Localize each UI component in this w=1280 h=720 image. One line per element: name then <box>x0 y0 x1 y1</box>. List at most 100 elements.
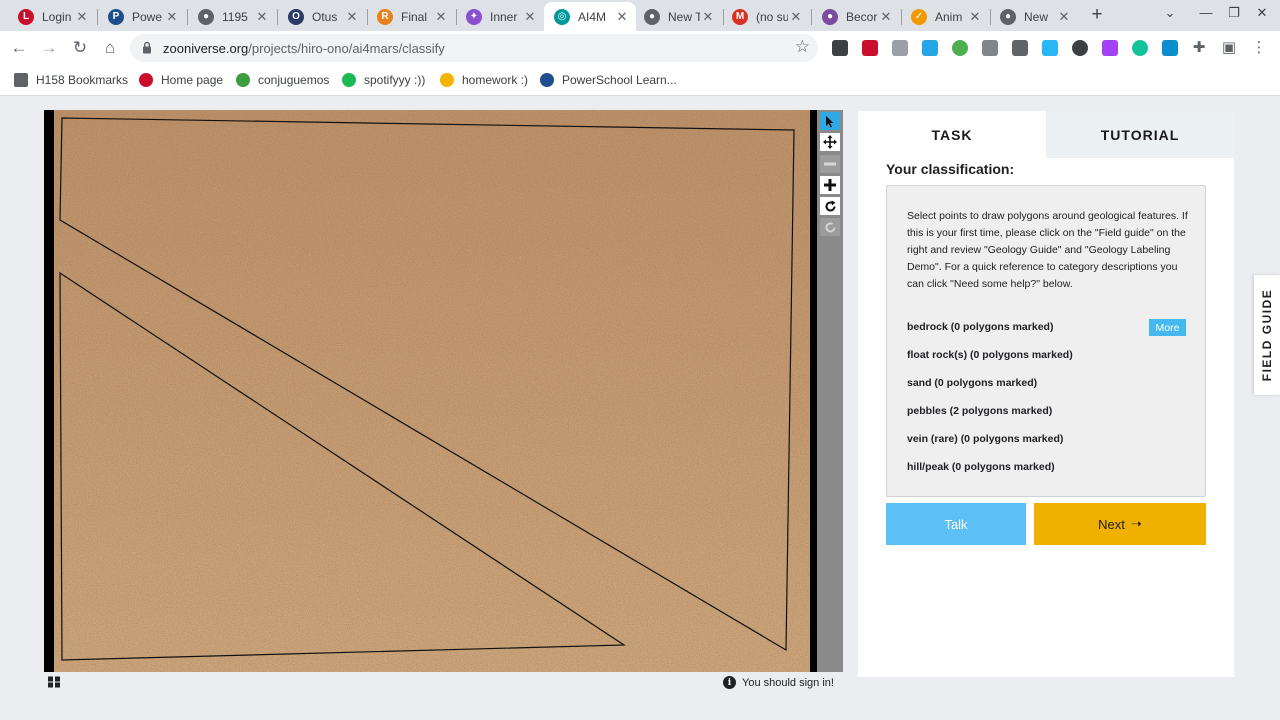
feature-pebbles[interactable]: pebbles (2 polygons marked) <box>907 405 1052 417</box>
bookmark-item[interactable]: H158 Bookmarks <box>14 71 128 89</box>
browser-tab[interactable]: M (no su ✕ <box>722 2 810 31</box>
sign-in-text: You should sign in! <box>742 676 834 689</box>
tab-title: Final <box>401 9 428 24</box>
talk-button[interactable]: Talk <box>886 503 1026 545</box>
bookmark-label: Home page <box>161 73 224 87</box>
gmail-icon: M <box>732 8 748 25</box>
side-panel-icon[interactable]: ▣ <box>1218 37 1240 59</box>
becor-icon: ● <box>822 8 838 25</box>
tab-search-icon[interactable]: ⌄ <box>1160 5 1180 21</box>
extension-icon[interactable] <box>1162 40 1178 56</box>
extension-icon[interactable] <box>982 40 998 56</box>
bookmark-item[interactable]: homework :) <box>440 71 528 89</box>
bookmark-item[interactable]: spotifyyy :)) <box>342 71 425 89</box>
more-button[interactable]: More <box>1149 319 1186 336</box>
feature-vein[interactable]: vein (rare) (0 polygons marked) <box>907 433 1063 445</box>
tab-close-icon[interactable]: ✕ <box>344 9 360 25</box>
tab-title: 1195 <box>222 9 248 24</box>
back-icon[interactable]: ← <box>8 37 30 59</box>
zoom-in-icon[interactable] <box>820 176 840 194</box>
browser-tab[interactable]: ● Becor ✕ <box>812 2 900 31</box>
grammarly-icon[interactable] <box>1132 40 1148 56</box>
reset-view-icon[interactable] <box>820 218 840 236</box>
select-pointer-icon[interactable] <box>820 112 840 130</box>
new-tab-button[interactable]: + <box>1086 4 1108 26</box>
forward-icon[interactable]: → <box>38 37 60 59</box>
bookmark-star-icon[interactable]: ☆ <box>795 37 810 57</box>
extension-icon[interactable] <box>1102 40 1118 56</box>
next-button[interactable]: Next ➝ <box>1034 503 1206 545</box>
feature-bedrock[interactable]: bedrock (0 polygons marked) <box>907 321 1053 333</box>
feature-hill-peak[interactable]: hill/peak (0 polygons marked) <box>907 461 1055 473</box>
browser-tab[interactable]: R Final ✕ <box>367 2 455 31</box>
bookmark-item[interactable]: Home page <box>139 71 223 89</box>
browser-tab[interactable]: P Powe ✕ <box>98 2 186 31</box>
feature-float-rocks[interactable]: float rock(s) (0 polygons marked) <box>907 349 1073 361</box>
tab-task[interactable]: TASK <box>858 111 1046 158</box>
feature-sand[interactable]: sand (0 polygons marked) <box>907 377 1037 389</box>
bookmark-label: conjuguemos <box>258 73 330 87</box>
tab-close-icon[interactable]: ✕ <box>700 9 716 25</box>
next-label: Next <box>1098 516 1125 532</box>
bookmark-item[interactable]: conjuguemos <box>236 71 329 89</box>
tab-tutorial[interactable]: TUTORIAL <box>1046 111 1234 158</box>
tab-close-icon[interactable]: ✕ <box>967 9 983 25</box>
extension-icon[interactable] <box>832 40 848 56</box>
browser-tab[interactable]: L Login ✕ <box>8 2 96 31</box>
browser-tab[interactable]: ● New T ✕ <box>634 2 722 31</box>
tab-title: New T <box>668 9 700 24</box>
tab-title: Anim <box>935 9 963 24</box>
tab-close-icon[interactable]: ✕ <box>254 9 270 25</box>
restore-icon[interactable]: ❐ <box>1224 5 1244 21</box>
extension-icon[interactable] <box>1012 40 1028 56</box>
pan-move-icon[interactable] <box>820 133 840 151</box>
tab-close-icon[interactable]: ✕ <box>164 9 180 25</box>
menu-icon[interactable]: ⋮ <box>1248 37 1270 59</box>
field-guide-button[interactable]: FIELD GUIDE <box>1254 275 1280 395</box>
powerschool-icon: P <box>108 8 124 25</box>
extension-icon[interactable] <box>952 40 968 56</box>
extension-icon[interactable] <box>922 40 938 56</box>
r-icon: R <box>377 8 393 25</box>
browser-tab[interactable]: ● New ✕ <box>990 2 1078 31</box>
rover-image-viewer[interactable] <box>44 110 817 672</box>
bookmark-item[interactable]: PowerSchool Learn... <box>540 71 677 89</box>
browser-tab[interactable]: ● 1195 ✕ <box>188 2 276 31</box>
task-panel: TASK TUTORIAL Your classification: Selec… <box>858 111 1234 677</box>
reload-icon[interactable]: ↻ <box>69 37 91 59</box>
tab-close-icon[interactable]: ✕ <box>614 9 630 25</box>
rover-image[interactable] <box>44 110 817 672</box>
browser-tab[interactable]: O Otus ✕ <box>278 2 366 31</box>
otus-icon: O <box>288 8 304 25</box>
tab-close-icon[interactable]: ✕ <box>433 9 449 25</box>
browser-tab[interactable]: ✓ Anim ✕ <box>901 2 989 31</box>
browser-tab[interactable]: ◎ AI4M ✕ <box>544 2 636 31</box>
close-window-icon[interactable]: ✕ <box>1252 5 1272 21</box>
info-icon: i <box>723 676 736 689</box>
homework-icon <box>440 73 454 87</box>
tab-close-icon[interactable]: ✕ <box>788 9 804 25</box>
arrow-right-icon: ➝ <box>1130 516 1142 531</box>
home-icon[interactable]: ⌂ <box>99 37 121 59</box>
extension-icon[interactable] <box>892 40 908 56</box>
task-box: Select points to draw polygons around ge… <box>886 185 1206 497</box>
grid-view-icon[interactable] <box>47 676 61 688</box>
extension-icon[interactable] <box>1072 40 1088 56</box>
address-bar[interactable]: zooniverse.org/projects/hiro-ono/ai4mars… <box>130 34 818 62</box>
tab-close-icon[interactable]: ✕ <box>878 9 894 25</box>
rotate-icon[interactable] <box>820 197 840 215</box>
spotify-icon <box>342 73 356 87</box>
extension-icon[interactable] <box>862 40 878 56</box>
tab-close-icon[interactable]: ✕ <box>74 9 90 25</box>
login-icon: L <box>18 8 34 25</box>
browser-tab[interactable]: ✦ Inner ✕ <box>456 2 544 31</box>
extension-icon[interactable] <box>1042 40 1058 56</box>
minimize-icon[interactable]: — <box>1196 5 1216 20</box>
tab-close-icon[interactable]: ✕ <box>1056 9 1072 25</box>
bookmark-label: H158 Bookmarks <box>36 73 129 87</box>
tab-close-icon[interactable]: ✕ <box>522 9 538 25</box>
zoom-out-icon[interactable] <box>820 155 840 173</box>
bookmarks-bar: H158 Bookmarks Home page conjuguemos spotif… <box>0 65 1280 96</box>
puzzle-icon[interactable]: ✚ <box>1188 37 1210 59</box>
sign-in-notice[interactable]: i You should sign in! <box>723 676 834 689</box>
